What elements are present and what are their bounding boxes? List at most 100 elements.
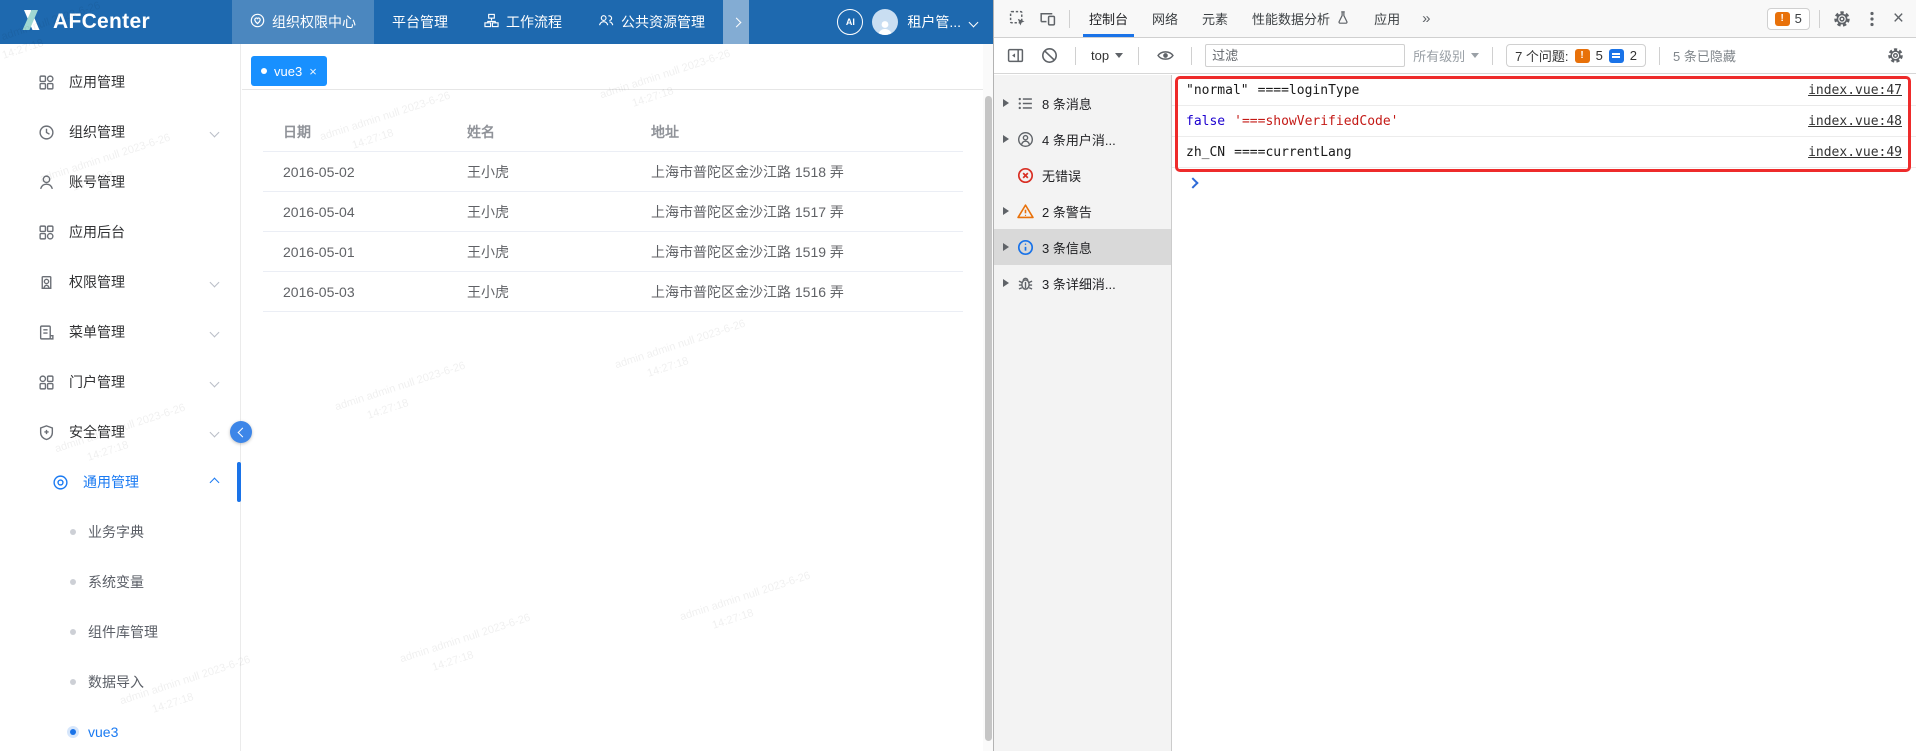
divider [1191,47,1192,65]
app-vertical-scrollbar[interactable] [983,44,993,751]
expander-triangle-icon[interactable] [1003,207,1009,215]
sidebar-item-general-management[interactable]: 通用管理 [0,457,240,507]
clear-console-icon[interactable] [1036,43,1062,69]
sidebar-subitem-label: 业务字典 [88,522,144,542]
sidebar-subitem-label: vue3 [88,724,118,740]
chevron-down-icon [210,377,220,387]
sidebar-item-label: 账号管理 [69,172,125,192]
devtools-tab-console[interactable]: 控制台 [1079,0,1138,37]
sidebar-item-app-backend[interactable]: 应用后台 [0,207,240,257]
cell-address: 上海市普陀区金沙江路 1517 弄 [631,202,963,222]
filter-all-messages[interactable]: 8 条消息 [994,85,1171,121]
table-row[interactable]: 2016-05-04 王小虎 上海市普陀区金沙江路 1517 弄 [263,192,963,232]
caret-down-icon [1115,53,1123,58]
sidebar-subitem-vue3[interactable]: vue3 [0,707,240,751]
scrollbar-thumb[interactable] [985,96,992,741]
user-badge-icon [38,274,55,291]
cell-name: 王小虎 [447,202,631,222]
console-filter-input[interactable] [1205,44,1405,67]
issues-summary[interactable]: 7 个问题: ! 5 2 [1506,44,1646,67]
source-link[interactable]: index.vue:49 [1808,145,1902,160]
filter-errors[interactable]: 无错误 [994,157,1171,193]
filter-user-messages[interactable]: 4 条用户消... [994,121,1171,157]
avatar[interactable] [872,9,898,35]
chevron-down-icon[interactable] [969,17,979,27]
table-row[interactable]: 2016-05-03 王小虎 上海市普陀区金沙江路 1516 弄 [263,272,963,312]
clock-icon [38,124,55,141]
brand-name: AFCenter [53,10,150,34]
nav-item-public-resource[interactable]: 公共资源管理 [580,0,723,44]
table-row[interactable]: 2016-05-02 王小虎 上海市普陀区金沙江路 1518 弄 [263,152,963,192]
expander-triangle-icon[interactable] [1003,279,1009,287]
settings-gear-icon[interactable] [1829,6,1855,32]
log-levels-dropdown[interactable]: 所有级别 [1413,46,1479,65]
brand[interactable]: AFCenter [0,0,232,44]
sidebar-subitem-business-dictionary[interactable]: 业务字典 [0,507,240,557]
filter-verbose[interactable]: 3 条详细消... [994,265,1171,301]
sidebar-subitem-component-library[interactable]: 组件库管理 [0,607,240,657]
sidebar-item-permission-management[interactable]: 权限管理 [0,257,240,307]
kebab-menu-icon[interactable] [1859,6,1885,32]
tab-close-icon[interactable]: × [309,65,317,78]
console-sidebar-toggle-icon[interactable] [1002,43,1028,69]
devtools-tab-elements[interactable]: 元素 [1192,0,1238,37]
sidebar-subitem-data-import[interactable]: 数据导入 [0,657,240,707]
live-expression-eye-icon[interactable] [1152,43,1178,69]
issues-counter[interactable]: ! 5 [1767,8,1810,30]
filter-warnings[interactable]: 2 条警告 [994,193,1171,229]
devtools-tab-performance-insights[interactable]: 性能数据分析 [1242,0,1360,37]
log-value: zh_CN [1186,145,1225,160]
nav-item-workflow[interactable]: 工作流程 [466,0,580,44]
sidebar-item-label: 权限管理 [69,272,125,292]
device-toolbar-icon[interactable] [1034,6,1060,32]
tab-vue3[interactable]: vue3 × [251,56,327,86]
console-sidebar: 8 条消息 4 条用户消... [994,75,1172,751]
console-message[interactable]: "normal" ====loginType index.vue:47 [1172,75,1916,106]
sidebar-item-app-management[interactable]: 应用管理 [0,57,240,107]
filter-info[interactable]: 3 条信息 [994,229,1171,265]
ai-assistant-icon[interactable]: AI [837,9,863,35]
source-link[interactable]: index.vue:48 [1808,114,1902,129]
close-devtools-icon[interactable]: × [1889,9,1908,28]
log-text: ====currentLang [1234,145,1351,160]
console-message[interactable]: zh_CN ====currentLang index.vue:49 [1172,137,1916,168]
expander-triangle-icon[interactable] [1003,135,1009,143]
cell-name: 王小虎 [447,242,631,262]
table-header-row: 日期 姓名 地址 [263,112,963,152]
log-text: ====loginType [1258,83,1360,98]
sidebar-item-account-management[interactable]: 账号管理 [0,157,240,207]
devtools-tab-application[interactable]: 应用 [1364,0,1410,37]
user-name[interactable]: 租户管... [907,12,961,32]
expander-triangle-icon[interactable] [1003,243,1009,251]
table-row[interactable]: 2016-05-01 王小虎 上海市普陀区金沙江路 1519 弄 [263,232,963,272]
sidebar-collapse-button[interactable] [230,421,252,443]
nav-item-org-permission[interactable]: 组织权限中心 [232,0,374,44]
expander-triangle-icon[interactable] [1003,99,1009,107]
more-tabs-icon[interactable]: » [1414,10,1438,27]
execution-context-selector[interactable]: top [1089,48,1125,63]
caret-down-icon [1471,53,1479,58]
log-text: '===showVerifiedCode' [1234,114,1398,129]
bullet-dot-icon [70,629,76,635]
data-table: 日期 姓名 地址 2016-05-02 王小虎 上海市普陀区金沙江路 1518 … [263,112,963,312]
nav-scroll-right-button[interactable] [723,0,749,44]
sidebar-subitem-label: 数据导入 [88,672,144,692]
sidebar-item-menu-management[interactable]: 菜单管理 [0,307,240,357]
header-right: AI 租户管... [837,0,993,44]
sidebar-item-security-management[interactable]: 安全管理 [0,407,240,457]
sidebar-item-org-management[interactable]: 组织管理 [0,107,240,157]
nav-item-platform[interactable]: 平台管理 [374,0,466,44]
app-window: AFCenter 组织权限中心 平台管理 [0,0,993,751]
user-icon [38,174,55,191]
sidebar-item-label: 组织管理 [69,122,125,142]
console-message[interactable]: false '===showVerifiedCode' index.vue:48 [1172,106,1916,137]
console-settings-gear-icon[interactable] [1882,43,1908,69]
column-header-name: 姓名 [447,122,631,142]
inspect-element-icon[interactable] [1004,6,1030,32]
devtools-tab-network[interactable]: 网络 [1142,0,1188,37]
source-link[interactable]: index.vue:47 [1808,83,1902,98]
sidebar-subitem-system-variables[interactable]: 系统变量 [0,557,240,607]
screen: AFCenter 组织权限中心 平台管理 [0,0,1916,751]
console-prompt[interactable] [1172,168,1916,198]
sidebar-item-portal-management[interactable]: 门户管理 [0,357,240,407]
